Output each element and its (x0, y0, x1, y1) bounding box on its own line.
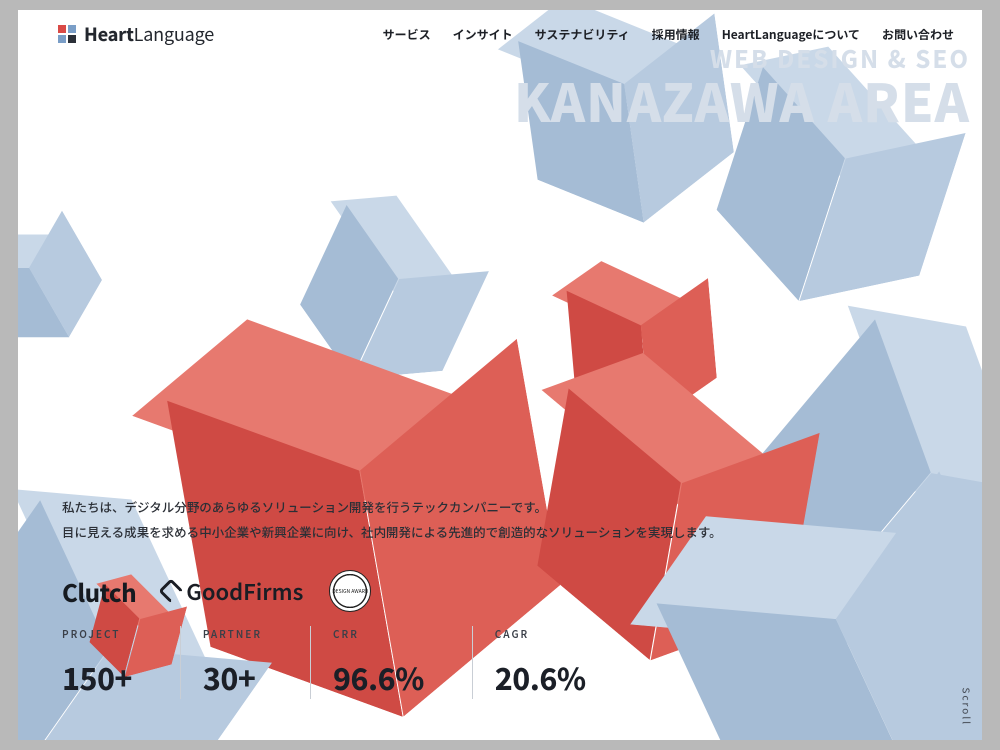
cube-decor-icon (529, 41, 687, 199)
goodfirms-badge: GoodFirms (162, 575, 303, 607)
logo-mark-icon (58, 25, 76, 43)
cube-decor-icon (18, 235, 83, 344)
stat-project: PROJECT 150+ (62, 626, 180, 699)
goodfirms-label: GoodFirms (186, 575, 303, 607)
stat-label: PROJECT (62, 626, 132, 641)
tagline-line-1: 私たちは、デジタル分野のあらゆるソリューション開発を行うテックカンパニーです。 (62, 494, 722, 519)
stat-value: 150+ (62, 655, 132, 699)
goodfirms-icon (159, 578, 184, 603)
cube-decor-icon (682, 534, 974, 740)
nav-careers[interactable]: 採用情報 (652, 26, 700, 43)
stat-label: PARTNER (203, 626, 262, 641)
stat-label: CRR (333, 626, 424, 641)
tagline-line-2: 目に見える成果を求める中小企業や新興企業に向け、社内開発による先進的で創造的なソ… (62, 519, 722, 544)
stats-row: PROJECT 150+ PARTNER 30+ CRR 96.6% CAGR … (62, 626, 634, 699)
primary-nav: サービス インサイト サステナビリティ 採用情報 HeartLanguageにつ… (383, 26, 954, 43)
design-award-badge-icon: DESIGN AWARD (329, 570, 371, 612)
nav-contact[interactable]: お問い合わせ (882, 26, 954, 43)
stat-value: 96.6% (333, 655, 424, 699)
stat-crr: CRR 96.6% (310, 626, 472, 699)
nav-services[interactable]: サービス (383, 26, 431, 43)
nav-sustainability[interactable]: サステナビリティ (535, 26, 630, 43)
scroll-indicator[interactable]: Scroll (960, 687, 975, 726)
brand-name: HeartLanguage (84, 21, 214, 47)
stat-partner: PARTNER 30+ (180, 626, 310, 699)
hero-tagline: 私たちは、デジタル分野のあらゆるソリューション開発を行うテックカンパニーです。 … (62, 494, 722, 544)
nav-about[interactable]: HeartLanguageについて (722, 26, 860, 43)
page-frame: HeartLanguage サービス インサイト サステナビリティ 採用情報 H… (18, 10, 982, 740)
clutch-badge: Clutch (62, 574, 136, 609)
brand-logo[interactable]: HeartLanguage (58, 21, 214, 47)
stat-value: 30+ (203, 655, 262, 699)
stat-value: 20.6% (495, 655, 586, 699)
brand-name-bold: Heart (84, 21, 134, 47)
cube-decor-icon (718, 90, 907, 279)
brand-name-thin: Language (134, 21, 214, 47)
nav-insight[interactable]: インサイト (453, 26, 513, 43)
stat-cagr: CAGR 20.6% (472, 626, 634, 699)
trust-badges: Clutch GoodFirms DESIGN AWARD (62, 570, 371, 612)
stat-label: CAGR (495, 626, 586, 641)
site-header: HeartLanguage サービス インサイト サステナビリティ 採用情報 H… (18, 10, 982, 58)
